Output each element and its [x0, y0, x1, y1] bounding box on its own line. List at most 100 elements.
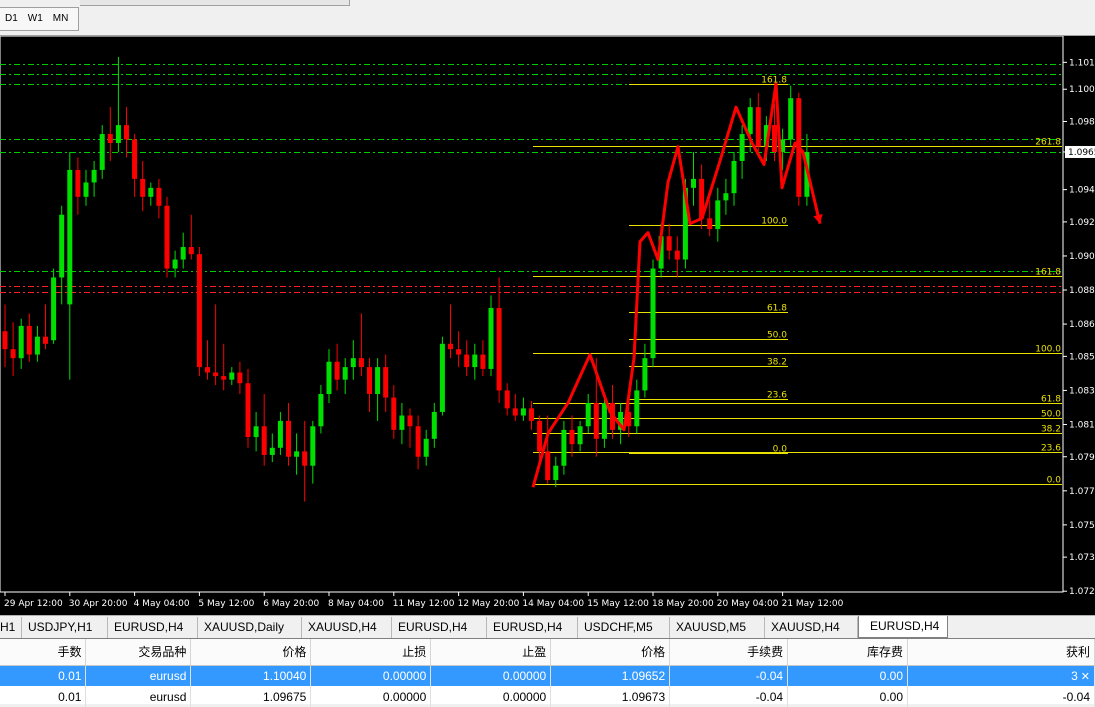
candle-body[interactable] — [302, 451, 308, 466]
candle-body[interactable] — [140, 178, 146, 197]
chart-tab[interactable]: EURUSD,H4 — [487, 617, 578, 638]
candle-body[interactable] — [156, 187, 162, 206]
candle-body[interactable] — [407, 415, 413, 427]
candle-body[interactable] — [172, 259, 178, 269]
chart-tab[interactable]: XAUUSD,M5 — [670, 617, 765, 638]
candle-body[interactable] — [196, 254, 202, 368]
candle-body[interactable] — [237, 372, 243, 384]
candle-body[interactable] — [723, 193, 729, 201]
col-open-price[interactable]: 价格 — [190, 639, 312, 666]
candle-body[interactable] — [415, 426, 421, 457]
candle-body[interactable] — [310, 426, 316, 466]
candle-body[interactable] — [472, 354, 478, 368]
col-commission[interactable]: 手续费 — [669, 639, 789, 666]
timeframe-mn-button[interactable]: MN — [48, 8, 74, 30]
candle-body[interactable] — [107, 134, 113, 144]
candle-body[interactable] — [18, 325, 24, 359]
candle-body[interactable] — [75, 169, 81, 197]
candle-body[interactable] — [334, 361, 340, 380]
candle-body[interactable] — [367, 367, 372, 395]
candle-body[interactable] — [715, 200, 721, 230]
candle-body[interactable] — [731, 160, 737, 194]
candle-body[interactable] — [593, 402, 599, 439]
candle-body[interactable] — [448, 343, 453, 350]
chart-tab[interactable]: EURUSD,H4 — [108, 617, 198, 638]
col-stop-loss[interactable]: 止损 — [310, 639, 432, 666]
candle-body[interactable] — [286, 420, 291, 457]
close-order-icon[interactable]: ✕ — [1081, 671, 1090, 683]
candle-body[interactable] — [221, 376, 227, 380]
candle-body[interactable] — [124, 125, 129, 140]
candle-body[interactable] — [229, 372, 235, 380]
candle-body[interactable] — [439, 343, 445, 412]
candle-body[interactable] — [788, 98, 794, 140]
candle-body[interactable] — [456, 349, 462, 355]
candle-body[interactable] — [537, 420, 543, 452]
candle-body[interactable] — [83, 182, 89, 197]
chart-tab[interactable]: USDJPY,H1 — [22, 617, 108, 638]
candle-body[interactable] — [67, 169, 73, 305]
candle-body[interactable] — [51, 277, 57, 341]
candle-body[interactable] — [115, 125, 121, 144]
candle-body[interactable] — [148, 187, 154, 197]
candle-body[interactable] — [577, 426, 583, 445]
chart-tab[interactable]: EURUSD,H4 — [392, 617, 487, 638]
chart-tab[interactable]: XAUUSD,H4 — [765, 617, 858, 638]
candle-body[interactable] — [569, 429, 575, 445]
order-row[interactable]: 0.01 eurusd 1.10040 0.00000 0.00000 1.09652 -0… — [0, 665, 1095, 686]
candle-body[interactable] — [10, 349, 16, 359]
candle-body[interactable] — [261, 426, 267, 455]
candle-body[interactable] — [707, 218, 713, 230]
candle-body[interactable] — [391, 397, 397, 430]
candle-body[interactable] — [383, 367, 389, 398]
col-price[interactable]: 价格 — [550, 639, 671, 666]
col-symbol[interactable]: 交易品种 — [85, 639, 192, 666]
candle-body[interactable] — [164, 205, 170, 269]
candle-body[interactable] — [294, 451, 300, 457]
timeframe-d1-button[interactable]: D1 — [0, 8, 23, 30]
candle-body[interactable] — [188, 246, 194, 255]
col-lots[interactable]: 手数 — [0, 639, 87, 666]
candle-body[interactable] — [34, 336, 40, 355]
candle-body[interactable] — [691, 178, 696, 188]
candle-body[interactable] — [642, 358, 648, 391]
candle-body[interactable] — [520, 408, 526, 416]
candle-body[interactable] — [277, 420, 283, 448]
timeframe-w1-button[interactable]: W1 — [23, 8, 48, 30]
candle-body[interactable] — [213, 372, 219, 377]
candle-body[interactable] — [755, 107, 761, 147]
candle-body[interactable] — [205, 367, 210, 373]
candle-body[interactable] — [399, 415, 405, 430]
candle-body[interactable] — [2, 331, 8, 350]
candle-body[interactable] — [504, 390, 510, 409]
candle-body[interactable] — [326, 361, 332, 395]
candle-body[interactable] — [496, 307, 502, 391]
col-profit[interactable]: 获利 — [907, 639, 1095, 666]
candle-body[interactable] — [423, 438, 429, 457]
candle-body[interactable] — [26, 325, 32, 355]
candle-body[interactable] — [488, 307, 494, 369]
candle-body[interactable] — [634, 390, 640, 427]
candle-body[interactable] — [650, 268, 656, 359]
candle-body[interactable] — [132, 139, 138, 179]
candle-body[interactable] — [245, 383, 251, 438]
price-chart[interactable]: 261.8 161.8 100.0 61.8 50.0 38.2 23.6 0.0 161.8 1… — [0, 36, 1095, 615]
candle-body[interactable] — [585, 402, 591, 427]
candle-body[interactable] — [358, 358, 364, 368]
candle-body[interactable] — [747, 107, 753, 135]
candle-body[interactable] — [464, 354, 470, 368]
candle-body[interactable] — [666, 236, 672, 251]
candle-body[interactable] — [512, 408, 518, 416]
candle-body[interactable] — [91, 169, 97, 183]
candle-body[interactable] — [674, 250, 680, 260]
candle-body[interactable] — [601, 402, 607, 439]
candle-body[interactable] — [431, 411, 437, 439]
candle-body[interactable] — [772, 125, 777, 152]
chart-tab[interactable]: XAUUSD,Daily — [198, 617, 302, 638]
candle-body[interactable] — [529, 408, 534, 421]
candle-body[interactable] — [375, 367, 381, 395]
candle-body[interactable] — [43, 336, 48, 344]
col-take-profit[interactable]: 止盈 — [430, 639, 552, 666]
chart-tab[interactable]: H1 — [0, 617, 22, 638]
col-swap[interactable]: 库存费 — [787, 639, 909, 666]
